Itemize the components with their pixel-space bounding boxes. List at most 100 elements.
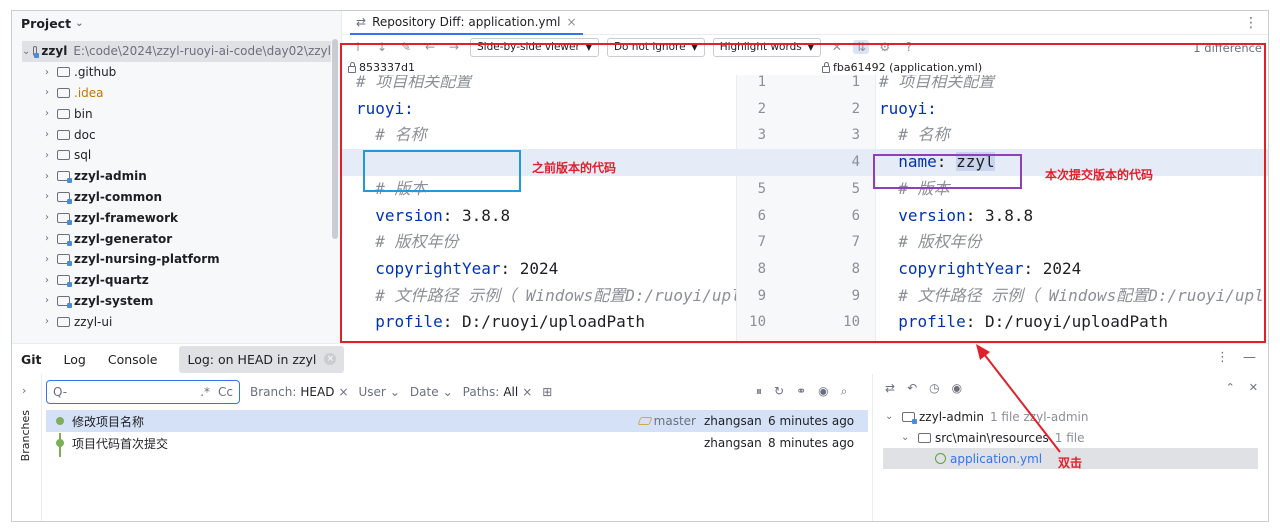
branch-name: master [653, 414, 696, 428]
chevron-right-icon[interactable]: › [40, 129, 54, 140]
branch-filter-value: HEAD [300, 385, 335, 399]
chevron-right-icon[interactable]: › [40, 254, 54, 265]
chevron-right-icon[interactable]: › [40, 67, 54, 78]
root-name: zzyl [41, 44, 68, 59]
folder-icon [918, 432, 931, 443]
case-toggle[interactable]: Cc [218, 385, 233, 399]
more-icon[interactable]: ⋮ [1244, 15, 1258, 31]
eye-icon[interactable]: ◉ [818, 384, 828, 399]
commit-node-icon [56, 439, 64, 447]
project-scrollbar[interactable] [332, 39, 338, 239]
close-icon[interactable]: × [324, 353, 337, 365]
tree-item[interactable]: › doc [40, 124, 341, 145]
regex-toggle[interactable]: .* [200, 385, 210, 399]
chevron-right-icon[interactable]: › [22, 384, 26, 397]
expand-icon[interactable]: ⌃ [1226, 381, 1235, 394]
paths-filter-label: Paths: [462, 385, 500, 399]
tree-item[interactable]: › zzyl-admin [40, 166, 341, 187]
tree-item-label: zzyl-generator [74, 231, 173, 246]
branch-filter[interactable]: Branch: HEAD × [250, 385, 349, 399]
module-folder-icon [57, 212, 72, 225]
chevron-right-icon[interactable]: › [40, 191, 54, 202]
chevron-down-icon[interactable]: ⌄ [22, 46, 30, 57]
diff-icon: ⇄ [356, 14, 367, 29]
user-filter[interactable]: User ⌄ [359, 385, 400, 399]
chevron-right-icon[interactable]: › [40, 295, 54, 306]
search-icon[interactable]: ⌕ [841, 384, 848, 399]
collapse-all-icon[interactable]: ✕ [1249, 381, 1258, 394]
chevron-right-icon[interactable]: › [40, 212, 54, 223]
yaml-file-icon [935, 453, 946, 464]
clear-icon[interactable]: × [338, 385, 348, 399]
tab-log[interactable]: Log [64, 352, 86, 367]
tab-git[interactable]: Git [21, 352, 42, 367]
tree-item[interactable]: › zzyl-common [40, 187, 341, 208]
new-tab-icon[interactable]: ⊞ [542, 385, 552, 399]
date-filter-label: Date [409, 385, 439, 399]
revert-icon[interactable]: ↶ [907, 381, 917, 395]
module-folder-icon [57, 295, 72, 308]
chevron-right-icon[interactable]: › [40, 316, 54, 327]
module-folder-icon [57, 191, 72, 204]
tree-item-label: sql [74, 148, 92, 163]
project-header[interactable]: Project ⌄ [12, 11, 341, 35]
pause-icon[interactable]: ⏸ [756, 384, 762, 399]
chevron-right-icon[interactable]: › [40, 233, 54, 244]
tree-item[interactable]: › .idea [40, 83, 341, 104]
commit-date: 8 minutes ago [768, 436, 855, 450]
tree-item-label: zzyl-admin [74, 169, 147, 184]
clear-icon[interactable]: × [522, 385, 532, 399]
tab-console[interactable]: Console [108, 352, 158, 367]
tree-item[interactable]: › zzyl-system [40, 291, 341, 312]
branch-tag: master [637, 414, 696, 428]
diff-icon[interactable]: ⇄ [885, 381, 895, 395]
tree-item-label: zzyl-ui [74, 314, 113, 329]
cherry-pick-icon[interactable]: ⚭ [796, 384, 806, 399]
tree-root[interactable]: ⌄ zzyl E:\code\2024\zzyl-ruoyi-ai-code\d… [22, 41, 331, 62]
branches-label[interactable]: Branches [19, 410, 32, 461]
module-folder-icon [57, 254, 72, 267]
chevron-right-icon[interactable]: › [40, 171, 54, 182]
chevron-down-icon[interactable]: ⌄ [75, 18, 83, 29]
chevron-right-icon[interactable]: › [40, 108, 54, 119]
tree-item-label: .idea [74, 85, 104, 100]
chevron-down-icon: ⌄ [442, 385, 453, 399]
log-search-input[interactable]: Q- .* Cc [46, 380, 240, 404]
tab-log-head[interactable]: Log: on HEAD in zzyl × [179, 345, 345, 373]
close-icon[interactable]: × [567, 15, 577, 29]
history-icon[interactable]: ◷ [929, 381, 939, 395]
chevron-down-icon[interactable]: ⌄ [901, 432, 915, 443]
chevron-right-icon[interactable]: › [40, 150, 54, 161]
commit-date: 6 minutes ago [768, 414, 855, 428]
tree-item[interactable]: › zzyl-generator [40, 228, 341, 249]
tab-repository-diff[interactable]: ⇄ Repository Diff: application.yml × [350, 11, 583, 35]
tree-item[interactable]: › zzyl-framework [40, 207, 341, 228]
tree-item[interactable]: › zzyl-nursing-platform [40, 249, 341, 270]
refresh-icon[interactable]: ↻ [774, 384, 784, 399]
tree-item-label: bin [74, 106, 93, 121]
tree-item[interactable]: › bin [40, 103, 341, 124]
tag-icon [637, 417, 653, 425]
commit-message: 项目代码首次提交 [72, 436, 169, 451]
root-path: E:\code\2024\zzyl-ruoyi-ai-code\day02\zz… [73, 44, 331, 59]
chevron-right-icon[interactable]: › [40, 275, 54, 286]
more-icon[interactable]: ⋮ [1216, 350, 1229, 365]
module-folder-icon [57, 233, 72, 246]
paths-filter[interactable]: Paths: All × [463, 385, 533, 399]
log-actions: ⏸ ↻ ⚭ ◉ ⌕ [756, 384, 847, 399]
commit-row[interactable]: 项目代码首次提交 zhangsan 8 minutes ago [46, 432, 868, 454]
tree-item[interactable]: › .github [40, 62, 341, 83]
project-tree: › .github › .idea › bin › doc › sql › zzyl-admin › zz… [12, 62, 341, 332]
commit-row[interactable]: 修改项目名称 master zhangsan 6 minutes ago [46, 410, 868, 432]
tab-log-head-label: Log: on HEAD in zzyl [187, 351, 317, 367]
chevron-right-icon[interactable]: › [40, 87, 54, 98]
chevron-down-icon[interactable]: ⌄ [885, 411, 899, 422]
tree-item[interactable]: › zzyl-ui [40, 311, 341, 332]
annotation-arrow [976, 344, 1061, 453]
date-filter[interactable]: Date ⌄ [410, 385, 453, 399]
new-code-note: 本次提交版本的代码 [1045, 168, 1154, 182]
minimize-icon[interactable]: — [1243, 350, 1256, 365]
tree-item[interactable]: › zzyl-quartz [40, 270, 341, 291]
commit-author: zhangsan [704, 414, 762, 428]
tree-item[interactable]: › sql [40, 145, 341, 166]
